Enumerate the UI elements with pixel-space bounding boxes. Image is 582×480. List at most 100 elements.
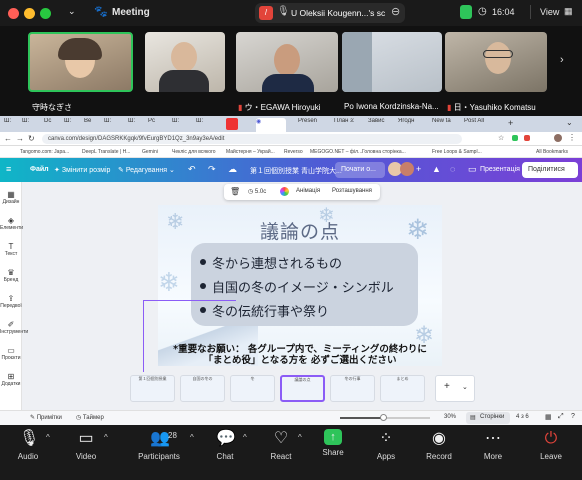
document-title[interactable]: 第１回個別授業 青山学院大...: [250, 166, 342, 176]
page-thumbnail[interactable]: 冬の行事: [330, 375, 375, 402]
bookmark[interactable]: Reverso: [284, 149, 303, 155]
tab[interactable]: New ta: [432, 118, 458, 130]
bullet-item[interactable]: 自国の冬のイメージ・シンボル: [200, 277, 394, 296]
bookmark[interactable]: DeepL Translate | H...: [82, 149, 130, 155]
avatar[interactable]: [400, 162, 414, 176]
nav-brand[interactable]: ♛ Бренд: [0, 268, 22, 283]
undo-icon[interactable]: ↶: [188, 164, 196, 175]
page-thumbnail[interactable]: まとめ: [380, 375, 425, 402]
all-bookmarks[interactable]: All Bookmarks: [536, 149, 568, 155]
view-button[interactable]: View: [540, 7, 559, 17]
apps-button[interactable]: ⁘ Apps: [361, 429, 411, 461]
pages-button[interactable]: ▤ Сторінки: [466, 412, 510, 424]
tab[interactable]: Ш:: [128, 118, 144, 130]
present-button[interactable]: Презентація: [480, 166, 520, 173]
bookmark[interactable]: Free Loops & Sampl...: [432, 149, 482, 155]
zoom-slider-handle[interactable]: [380, 414, 387, 421]
animation-button[interactable]: Анімація: [296, 188, 320, 194]
shield-icon[interactable]: [460, 5, 472, 19]
youtube-tab[interactable]: [226, 118, 238, 130]
tab[interactable]: Pc: [148, 118, 164, 130]
chevron-down-icon[interactable]: ⌄: [566, 118, 573, 127]
trash-icon[interactable]: 🗑: [230, 187, 240, 196]
page-thumbnail-active[interactable]: 議論の点: [280, 375, 325, 402]
leave-button[interactable]: ⏻ Leave: [526, 429, 576, 461]
tab[interactable]: Ш:: [22, 118, 38, 130]
close-window-button[interactable]: [8, 8, 19, 19]
record-button[interactable]: ◉ Record: [414, 429, 464, 461]
star-icon[interactable]: ☆: [498, 134, 504, 142]
fullscreen-icon[interactable]: ⤢: [558, 413, 564, 421]
chevron-up-icon[interactable]: ^: [190, 433, 194, 442]
tab[interactable]: Завис: [368, 118, 392, 130]
active-tab[interactable]: ◉: [256, 118, 286, 132]
menu-icon[interactable]: ⋮: [568, 133, 576, 142]
comment-icon[interactable]: ◌: [450, 164, 455, 174]
nav-tools[interactable]: ✐ Інструменти: [0, 320, 28, 335]
zoom-readout[interactable]: 30%: [444, 414, 456, 420]
bookmark[interactable]: MEGOGO.NET – філ...: [310, 149, 362, 155]
tab[interactable]: Ш:: [4, 118, 20, 130]
bookmark[interactable]: Чекліс для всякого: [172, 149, 216, 155]
chevron-up-icon[interactable]: ^: [46, 433, 50, 442]
share-button[interactable]: Поділитися: [522, 162, 578, 178]
participants-button[interactable]: 👥 Participants: [131, 429, 187, 461]
tab[interactable]: Ш:: [104, 118, 120, 130]
file-menu[interactable]: Файл: [30, 166, 49, 173]
tab[interactable]: Dc: [44, 118, 60, 130]
pause-share-icon[interactable]: /: [259, 6, 273, 20]
tab[interactable]: Be: [84, 118, 100, 130]
tab[interactable]: Ш:: [64, 118, 80, 130]
participant-tile[interactable]: [445, 32, 547, 92]
add-page-button[interactable]: + ⌄: [435, 375, 475, 402]
tab[interactable]: Presen: [298, 118, 328, 130]
start-button[interactable]: Почати о...: [335, 162, 385, 178]
tab[interactable]: Post All: [464, 118, 490, 130]
view-menu-icon[interactable]: ▦: [564, 6, 573, 17]
participant-tile[interactable]: [342, 32, 442, 92]
zoom-window-button[interactable]: [40, 8, 51, 19]
position-button[interactable]: Розташування: [332, 188, 372, 194]
forward-icon[interactable]: →: [16, 134, 24, 143]
more-button[interactable]: ⋯ More: [468, 429, 518, 461]
share-notice[interactable]: / 🎙 U Oleksii Kougenn...'s sc ⊖: [255, 3, 405, 23]
editing-menu[interactable]: ✎ Редагування ⌄: [118, 166, 175, 174]
notes-button[interactable]: ✎ Примітки: [30, 414, 62, 421]
bullet-item[interactable]: 冬の伝統行事や祭り: [200, 301, 329, 320]
chevron-up-icon[interactable]: ^: [104, 433, 108, 442]
nav-apps[interactable]: ⊞ Додатки: [0, 372, 22, 387]
bookmark[interactable]: Tangomo.com: Japa...: [20, 149, 69, 155]
resize-button[interactable]: ✦ Змінити розмір: [54, 166, 110, 174]
extension-icon[interactable]: [524, 135, 530, 141]
participant-tile[interactable]: [28, 32, 133, 92]
page-thumbnail[interactable]: 第１回個別授業: [130, 375, 175, 402]
help-icon[interactable]: ?: [571, 413, 575, 420]
menu-icon[interactable]: ≡: [6, 164, 11, 174]
add-icon[interactable]: +: [416, 164, 421, 174]
tab[interactable]: Ягодн: [398, 118, 422, 130]
page-thumbnail[interactable]: 冬: [230, 375, 275, 402]
url-field[interactable]: canva.com/design/DAGSRKKgqk/9fvEurgBYD1Q…: [42, 134, 462, 144]
tab[interactable]: План з:: [334, 118, 362, 130]
share-screen-button[interactable]: ↑ Share: [308, 429, 358, 457]
timer-button[interactable]: ◷ Таймер: [76, 414, 104, 421]
extension-icon[interactable]: [512, 135, 518, 141]
chevron-down-icon[interactable]: ⌄: [68, 6, 76, 17]
next-page-icon[interactable]: ›: [560, 54, 564, 66]
chevron-up-icon[interactable]: ^: [243, 433, 247, 442]
nav-design[interactable]: ▦ Дизайн: [0, 190, 22, 205]
more-icon[interactable]: ⊖: [391, 5, 400, 18]
nav-uploads[interactable]: ⇪ Передвої: [0, 294, 22, 309]
reload-icon[interactable]: ↻: [28, 134, 35, 143]
minimize-window-button[interactable]: [24, 8, 35, 19]
profile-avatar[interactable]: [554, 134, 562, 142]
bookmark[interactable]: Gemini: [142, 149, 158, 155]
participant-tile[interactable]: [236, 32, 338, 92]
bookmark[interactable]: Майстерня – Украй...: [226, 149, 275, 155]
duration-button[interactable]: ◷ 5.0с: [248, 188, 266, 195]
new-tab-icon[interactable]: +: [508, 118, 513, 128]
tab[interactable]: Ш:: [196, 118, 212, 130]
zoom-slider[interactable]: [340, 414, 430, 421]
present-icon[interactable]: ▭: [468, 164, 477, 175]
grid-view-icon[interactable]: ▦: [545, 413, 552, 421]
